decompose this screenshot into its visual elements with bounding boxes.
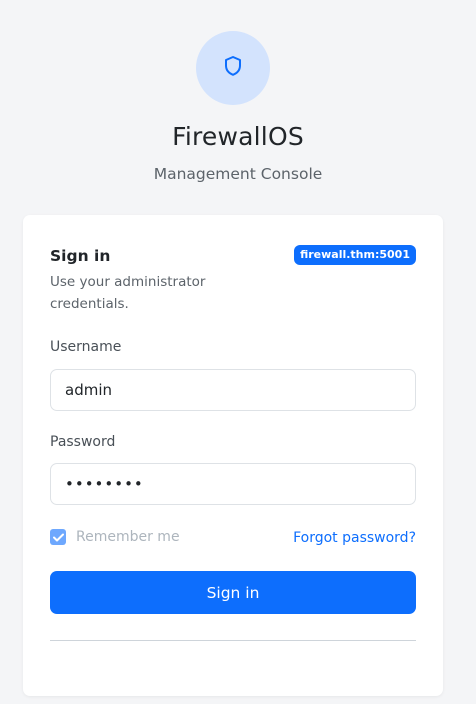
app-subtitle: Management Console bbox=[153, 165, 323, 183]
username-input[interactable] bbox=[50, 369, 416, 411]
app-logo bbox=[196, 31, 270, 105]
app-title: FirewallOS bbox=[172, 122, 304, 151]
card-description: Use your administrator credentials. bbox=[50, 274, 206, 312]
login-card: Sign in firewall.thm:5001 Use your admin… bbox=[23, 215, 443, 696]
sign-in-button[interactable]: Sign in bbox=[50, 571, 416, 614]
divider bbox=[50, 640, 416, 641]
password-input[interactable] bbox=[50, 463, 416, 505]
check-icon bbox=[52, 533, 64, 541]
password-label: Password bbox=[50, 434, 116, 450]
remember-me-checkbox[interactable] bbox=[50, 529, 66, 545]
forgot-password-link[interactable]: Forgot password? bbox=[293, 530, 416, 546]
card-title: Sign in bbox=[50, 247, 111, 265]
remember-me-toggle[interactable]: Remember me bbox=[50, 529, 180, 545]
host-badge: firewall.thm:5001 bbox=[294, 245, 416, 265]
remember-me-label: Remember me bbox=[76, 529, 180, 545]
shield-icon bbox=[223, 55, 243, 81]
username-label: Username bbox=[50, 339, 122, 355]
login-page: FirewallOS Management Console Sign in fi… bbox=[0, 0, 476, 704]
